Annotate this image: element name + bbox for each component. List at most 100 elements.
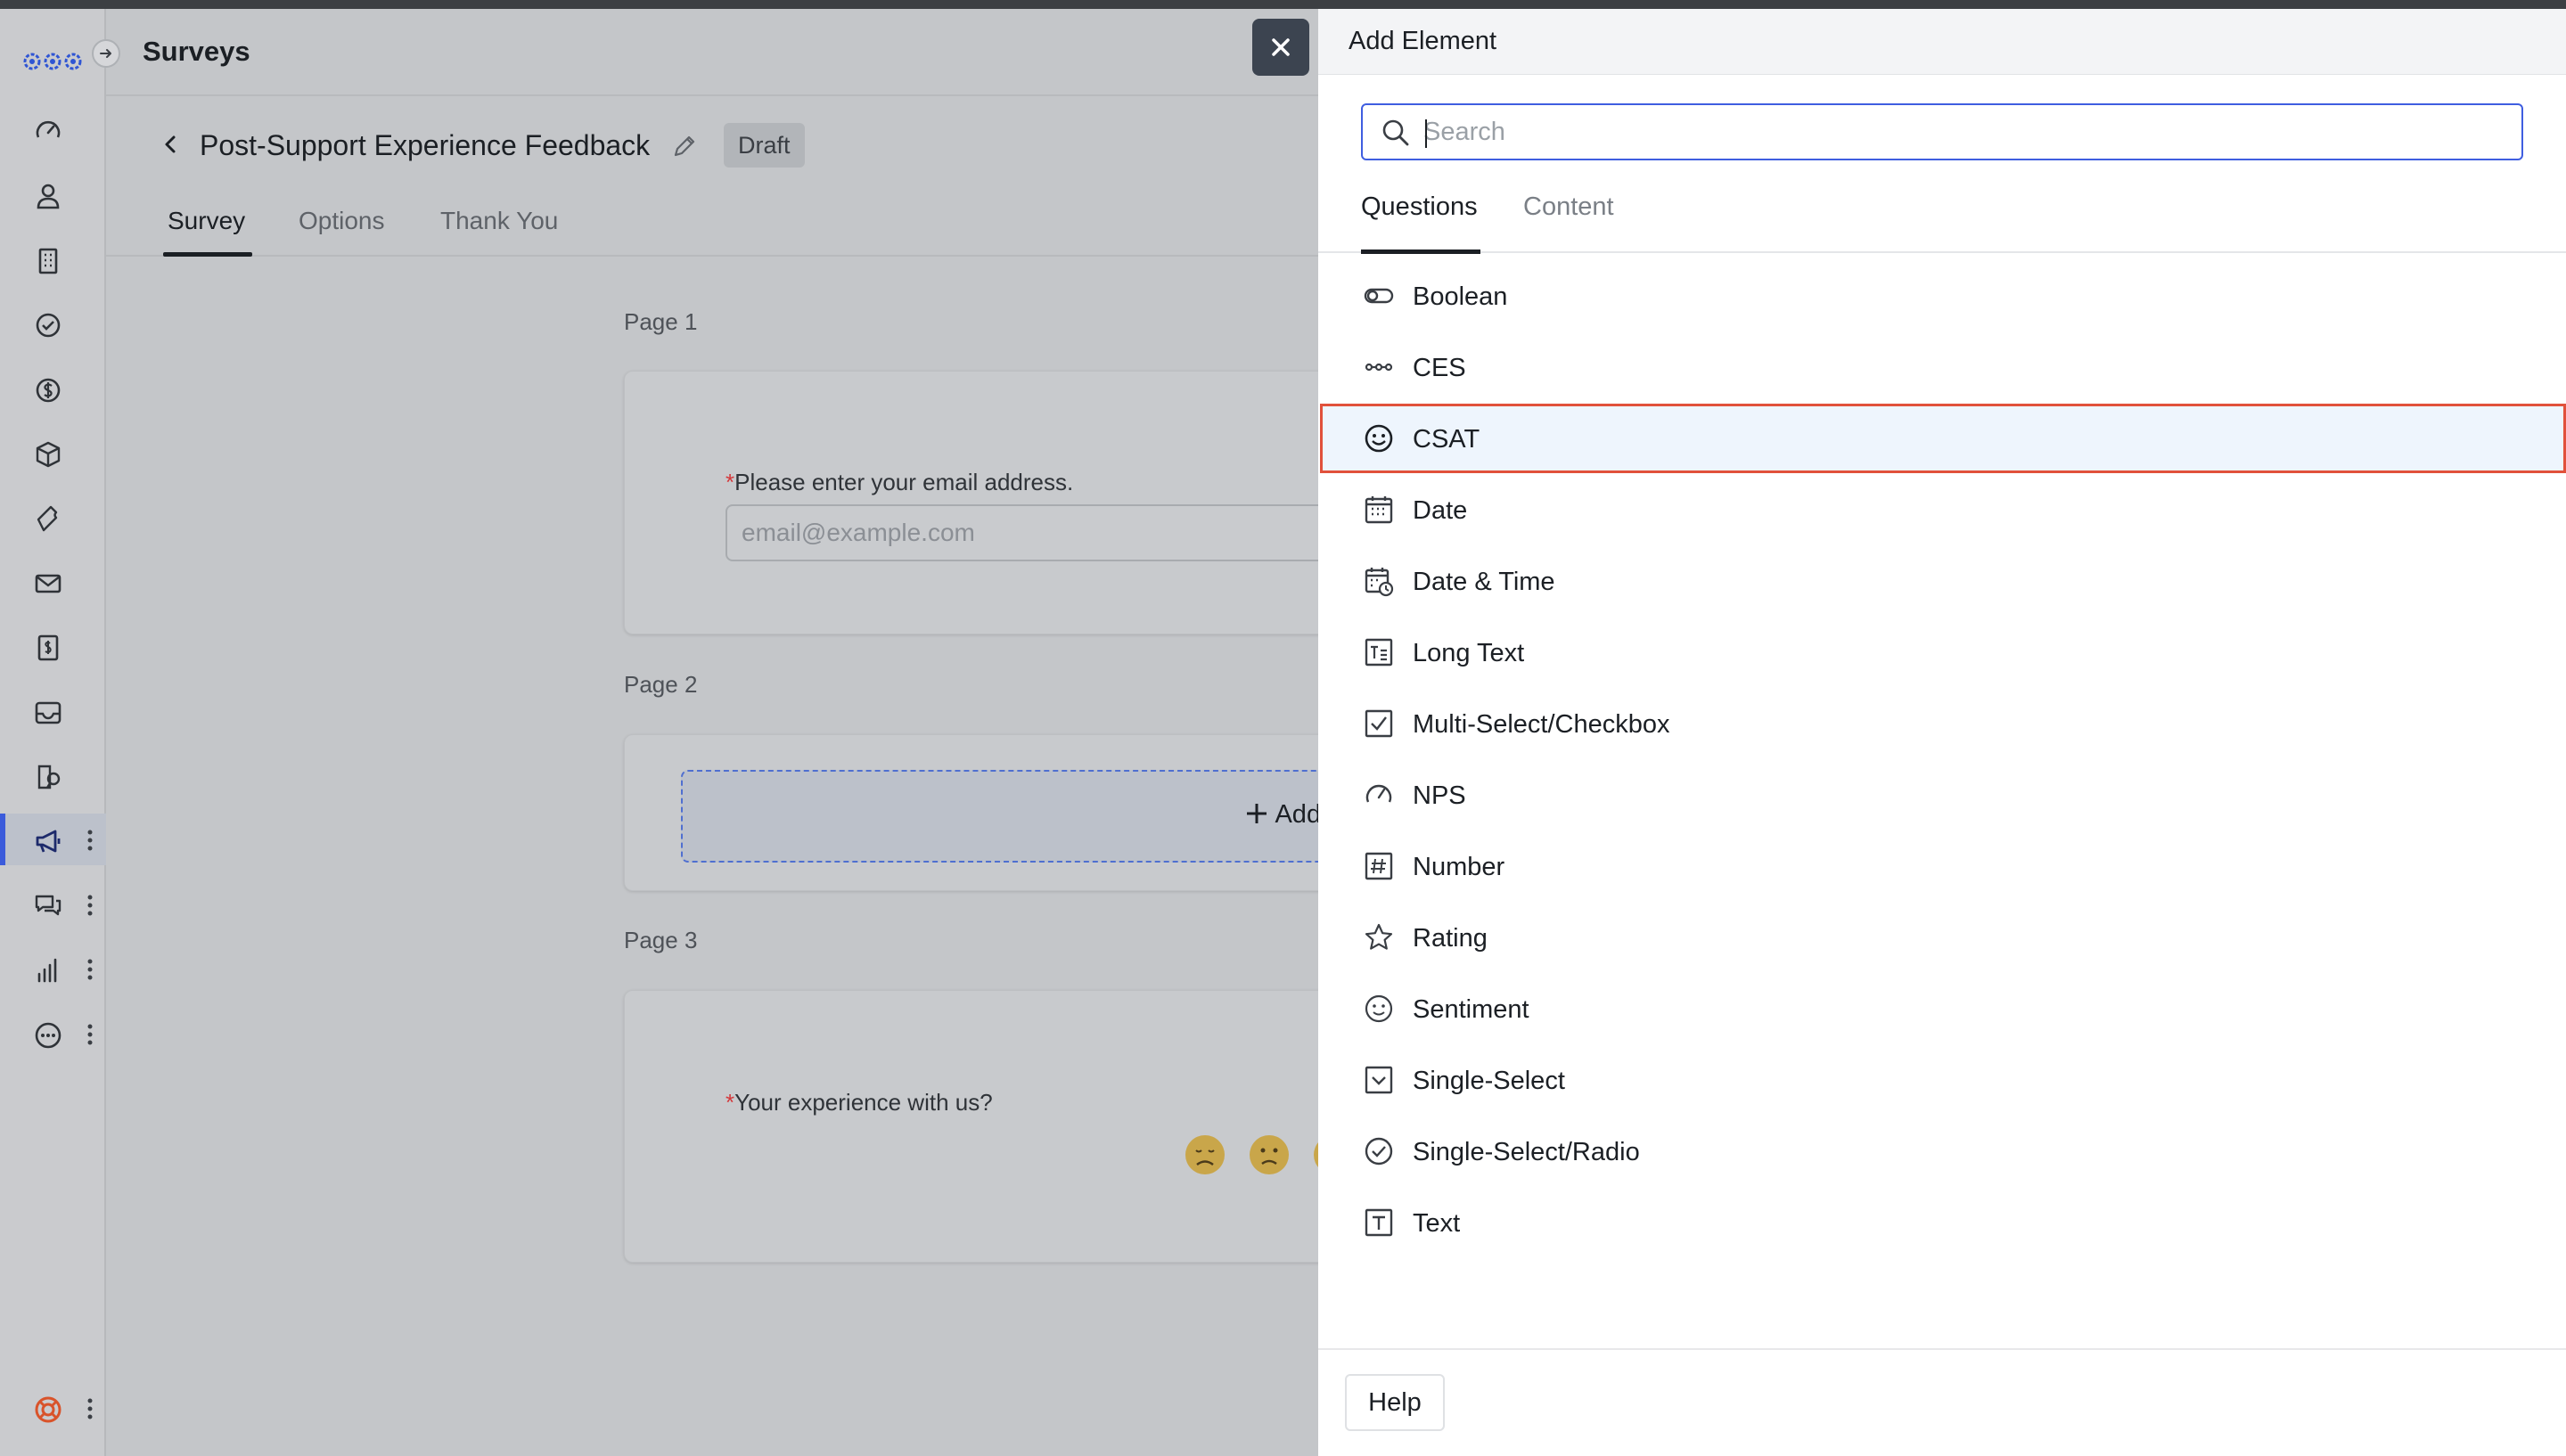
checkbox-icon: [1365, 709, 1393, 738]
knowledge-icon: [37, 765, 61, 789]
element-option-label: Long Text: [1413, 639, 1525, 667]
element-option-date[interactable]: Date: [1320, 475, 2566, 544]
email-field[interactable]: email@example.com: [726, 504, 1349, 561]
app-logo-icon[interactable]: [23, 48, 82, 75]
panel-title: Add Element: [1349, 27, 1497, 55]
close-icon: [1272, 38, 1290, 56]
status-badge: Draft: [724, 123, 805, 168]
sidebar-item-check-circle[interactable]: [0, 298, 106, 349]
sidebar-item-mail[interactable]: [0, 556, 106, 608]
header-divider: [106, 94, 1318, 96]
tab-content[interactable]: Content: [1523, 192, 1614, 222]
long-text-icon: [1365, 638, 1393, 667]
element-option-single-select-radio[interactable]: Single-Select/Radio: [1320, 1117, 2566, 1186]
sidebar-item-invoice[interactable]: [0, 620, 106, 672]
search-box[interactable]: [1361, 103, 2523, 160]
element-option-label: Single-Select/Radio: [1413, 1138, 1640, 1166]
sidebar-item-ticket[interactable]: [0, 491, 106, 543]
dashboard-gauge-icon: [36, 120, 61, 138]
element-option-date-time[interactable]: Date & Time: [1320, 546, 2566, 616]
element-option-label: Boolean: [1413, 282, 1508, 311]
toggle-icon: [1364, 288, 1394, 304]
gauge-icon: [1365, 784, 1392, 803]
check-circle-icon: [36, 313, 61, 338]
search-input[interactable]: [1423, 112, 2493, 151]
chat-icon: [35, 895, 61, 916]
element-option-csat[interactable]: CSAT: [1320, 404, 2566, 473]
element-option-nps[interactable]: NPS: [1320, 760, 2566, 830]
panel-header: Add Element: [1318, 9, 2566, 75]
plus-icon: [1247, 804, 1267, 823]
very-unhappy-emoji-icon[interactable]: [1184, 1133, 1226, 1176]
element-option-ces[interactable]: CES: [1320, 332, 2566, 402]
element-option-rating[interactable]: Rating: [1320, 903, 2566, 972]
element-option-label: Sentiment: [1413, 995, 1529, 1024]
active-tab-indicator: [1361, 249, 1480, 254]
element-option-boolean[interactable]: Boolean: [1320, 261, 2566, 331]
close-panel-button[interactable]: [1252, 19, 1309, 76]
element-option-multi-select-checkbox[interactable]: Multi-Select/Checkbox: [1320, 689, 2566, 758]
sidebar-item-bar-chart[interactable]: [0, 943, 106, 994]
sidebar-item-megaphone[interactable]: [0, 814, 106, 865]
page-label: Page 1: [624, 308, 698, 335]
sidebar-item-more-circle[interactable]: [0, 1008, 106, 1059]
kebab-menu-icon[interactable]: [87, 1397, 93, 1420]
window-top-strip: [0, 0, 2566, 9]
kebab-menu-icon[interactable]: [87, 829, 93, 852]
kebab-menu-icon[interactable]: [87, 958, 93, 981]
element-option-single-select[interactable]: Single-Select: [1320, 1045, 2566, 1115]
dropdown-box-icon: [1365, 1066, 1393, 1094]
panel-tabs-divider: [1318, 251, 2566, 253]
dollar-circle-icon: [36, 378, 61, 403]
smiley-icon: [1365, 424, 1393, 453]
element-option-text[interactable]: Text: [1320, 1188, 2566, 1257]
chevron-left-icon[interactable]: [159, 132, 184, 157]
cube-icon: [36, 441, 61, 468]
question-label: *Your experience with us?: [726, 1089, 993, 1116]
element-option-number[interactable]: Number: [1320, 831, 2566, 901]
survey-name: Post-Support Experience Feedback: [200, 129, 651, 161]
help-button[interactable]: Help: [1345, 1374, 1445, 1431]
sidebar-item-inbox[interactable]: [0, 685, 106, 737]
element-option-label: Multi-Select/Checkbox: [1413, 710, 1670, 739]
unhappy-emoji-icon[interactable]: [1248, 1133, 1291, 1176]
invoice-icon: [37, 634, 59, 661]
kebab-menu-icon[interactable]: [87, 1023, 93, 1046]
person-icon: [37, 184, 60, 209]
sidebar-item-help-center[interactable]: [0, 1382, 106, 1434]
sidebar-item-knowledge[interactable]: [0, 749, 106, 801]
radio-check-icon: [1365, 1137, 1393, 1166]
element-option-long-text[interactable]: Long Text: [1320, 618, 2566, 687]
tab-questions[interactable]: Questions: [1361, 192, 1478, 222]
element-option-label: Rating: [1413, 924, 1488, 953]
question-card[interactable]: [624, 371, 1337, 634]
kebab-menu-icon[interactable]: [87, 894, 93, 917]
pencil-icon[interactable]: [670, 132, 699, 160]
sidebar-item-dashboard-gauge[interactable]: [0, 104, 106, 156]
sidebar-item-building[interactable]: [0, 233, 106, 285]
tab-survey[interactable]: Survey: [168, 207, 245, 235]
expand-sidebar-button[interactable]: [92, 39, 120, 68]
add-element-dropzone[interactable]: [681, 770, 1340, 863]
sidebar-item-dollar-circle[interactable]: [0, 363, 106, 414]
page-title: Surveys: [143, 36, 250, 67]
sidebar-item-cube[interactable]: [0, 427, 106, 479]
tab-thank-you[interactable]: Thank You: [440, 207, 558, 235]
inbox-icon: [35, 701, 61, 724]
question-card[interactable]: [624, 990, 1337, 1263]
calendar-clock-icon: [1365, 568, 1394, 597]
element-option-label: Text: [1413, 1209, 1461, 1238]
calendar-icon: [1365, 496, 1393, 524]
tab-options[interactable]: Options: [299, 207, 385, 235]
star-icon: [1365, 923, 1393, 950]
ticket-icon: [37, 505, 58, 532]
sidebar-item-chat[interactable]: [0, 879, 106, 930]
arrow-right-icon: [100, 49, 111, 58]
sentiment-icon: [1365, 994, 1393, 1023]
element-option-sentiment[interactable]: Sentiment: [1320, 974, 2566, 1043]
text-caret: [1425, 119, 1427, 148]
sidebar-item-person[interactable]: [0, 168, 106, 220]
more-circle-icon: [35, 1022, 61, 1049]
add-element-label[interactable]: Add: [1244, 800, 1321, 830]
bar-chart-icon: [37, 958, 57, 983]
